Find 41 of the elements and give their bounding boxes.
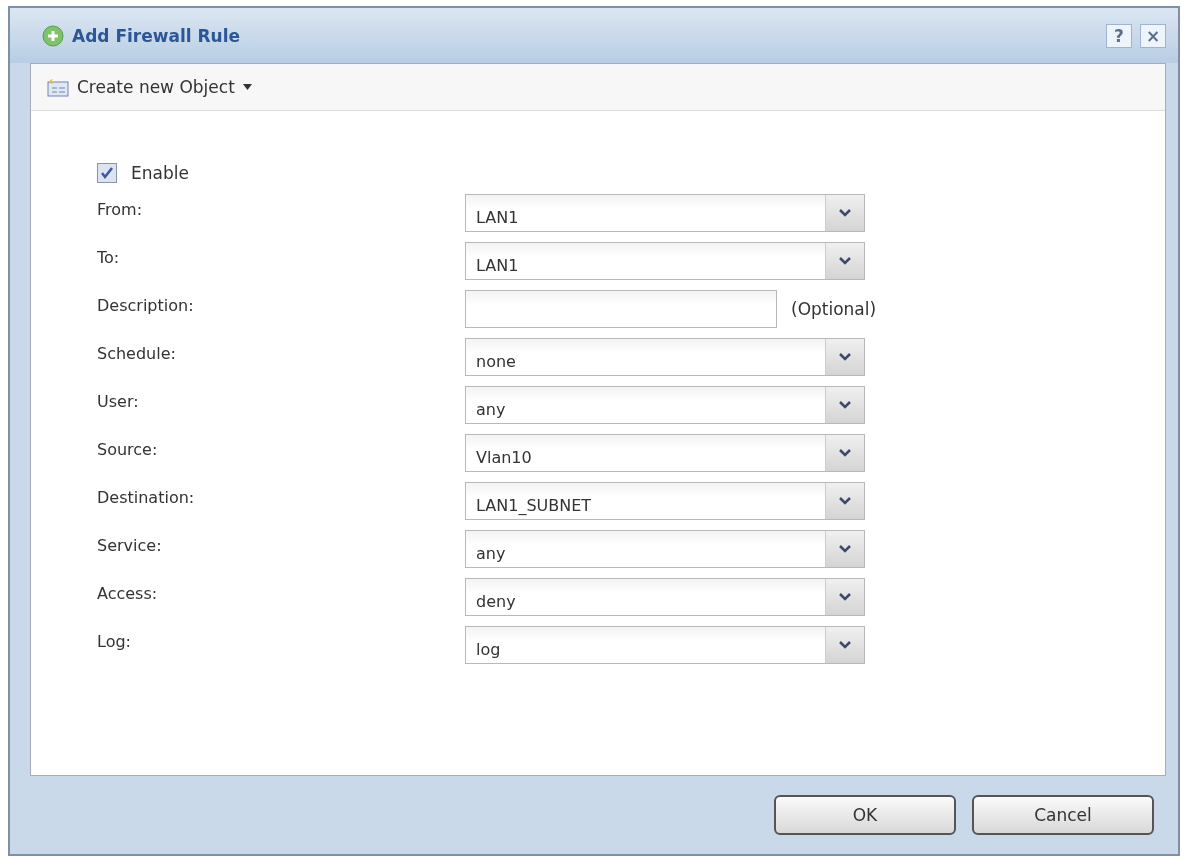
dropdown-field[interactable]: any [465, 386, 865, 424]
dropdown-field[interactable]: LAN1 [465, 242, 865, 280]
enable-checkbox[interactable] [97, 163, 117, 183]
dropdown-field[interactable]: deny [465, 578, 865, 616]
chevron-down-icon [839, 209, 851, 217]
ok-button[interactable]: OK [774, 795, 956, 835]
dropdown-field[interactable]: LAN1 [465, 194, 865, 232]
chevron-down-icon [839, 353, 851, 361]
create-object-menu[interactable]: Create new Object [39, 76, 258, 98]
field-label: Description: [97, 295, 195, 315]
window-title: Add Firewall Rule [72, 25, 241, 46]
field-label: Service: [97, 535, 163, 555]
chevron-down-icon [839, 497, 851, 505]
dropdown-field[interactable]: any [465, 530, 865, 568]
field-label: Log: [97, 631, 132, 651]
field-label: Source: [97, 439, 159, 459]
field-label: To: [97, 247, 121, 267]
field-label: Destination: [97, 487, 196, 507]
chevron-down-icon [839, 449, 851, 457]
caret-icon [242, 84, 252, 90]
chevron-down-icon [839, 545, 851, 553]
enable-label: Enable [131, 163, 189, 183]
chevron-down-icon [839, 641, 851, 649]
close-button[interactable]: × [1140, 23, 1166, 48]
dropdown-field[interactable]: Vlan10 [465, 434, 865, 472]
dropdown-field[interactable]: log [465, 626, 865, 664]
field-label: Access: [97, 583, 159, 603]
optional-note: (Optional) [791, 299, 877, 319]
plus-icon [42, 24, 64, 47]
help-button[interactable]: ? [1106, 23, 1132, 48]
field-label: User: [97, 391, 140, 411]
chevron-down-icon [839, 401, 851, 409]
input-field[interactable] [465, 290, 777, 328]
field-label: Schedule: [97, 343, 177, 363]
cancel-button[interactable]: Cancel [972, 795, 1154, 835]
field-label: From: [97, 199, 144, 219]
chevron-down-icon [839, 257, 851, 265]
dropdown-field[interactable]: LAN1_SUBNET [465, 482, 865, 520]
chevron-down-icon [839, 593, 851, 601]
dropdown-field[interactable]: none [465, 338, 865, 376]
new-object-icon [45, 77, 69, 97]
